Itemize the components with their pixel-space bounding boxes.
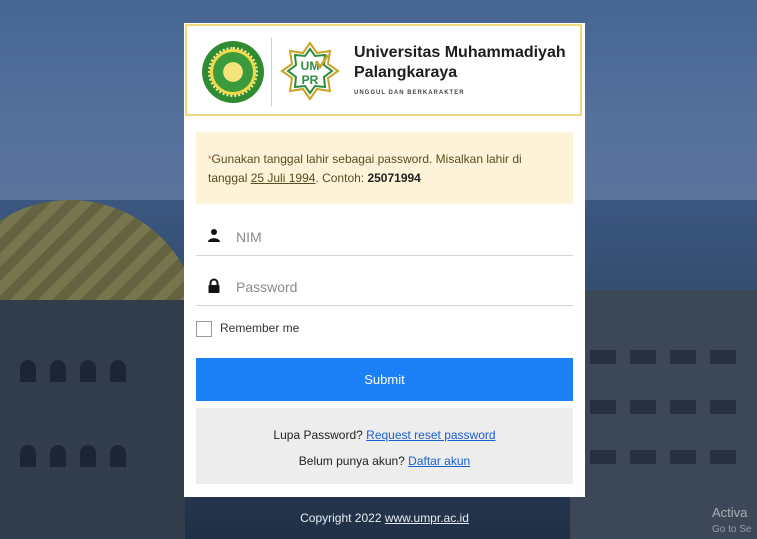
forgot-password-text: Lupa Password? xyxy=(273,428,367,442)
notice-text-mid: . Contoh: xyxy=(315,171,368,185)
notice-example: 25071994 xyxy=(367,171,421,185)
forgot-password-line: Lupa Password? Request reset password xyxy=(196,428,573,442)
logo-ring xyxy=(208,47,258,97)
password-notice: *Gunakan tanggal lahir sebagai password.… xyxy=(196,132,573,204)
register-text: Belum punya akun? xyxy=(298,454,409,468)
nim-field xyxy=(196,218,573,256)
user-icon xyxy=(208,229,220,242)
password-field xyxy=(196,268,573,306)
muhammadiyah-logo-icon xyxy=(202,41,264,103)
nim-input[interactable] xyxy=(234,224,568,250)
umpr-logo-icon: UM PR xyxy=(280,41,340,101)
login-card: UM PR Universitas Muhammadiyah Palangkar… xyxy=(184,23,585,497)
activate-windows-subtext: Go to Se xyxy=(712,524,752,535)
notice-date-link[interactable]: 25 Juli 1994 xyxy=(251,171,316,185)
website-link[interactable]: www.umpr.ac.id xyxy=(385,511,469,525)
remember-me-checkbox[interactable] xyxy=(196,321,212,337)
account-links-panel: Lupa Password? Request reset password Be… xyxy=(196,408,573,484)
submit-button[interactable]: Submit xyxy=(196,358,573,401)
university-name: Universitas Muhammadiyah Palangkaraya xyxy=(354,44,566,81)
copyright-text: Copyright 2022 xyxy=(300,511,385,525)
svg-text:PR: PR xyxy=(302,73,319,87)
page-footer: Copyright 2022 www.umpr.ac.id xyxy=(184,497,585,539)
header-divider xyxy=(271,38,272,106)
remember-me-label[interactable]: Remember me xyxy=(220,321,299,336)
request-reset-password-link[interactable]: Request reset password xyxy=(366,428,495,442)
register-line: Belum punya akun? Daftar akun xyxy=(196,454,573,468)
activate-windows-watermark: Activa xyxy=(712,505,748,520)
lock-icon xyxy=(208,278,220,293)
university-tagline: UNGGUL DAN BERKARAKTER xyxy=(354,90,465,96)
password-input[interactable] xyxy=(234,274,568,300)
university-header: UM PR Universitas Muhammadiyah Palangkar… xyxy=(185,24,582,116)
daftar-akun-link[interactable]: Daftar akun xyxy=(408,454,470,468)
